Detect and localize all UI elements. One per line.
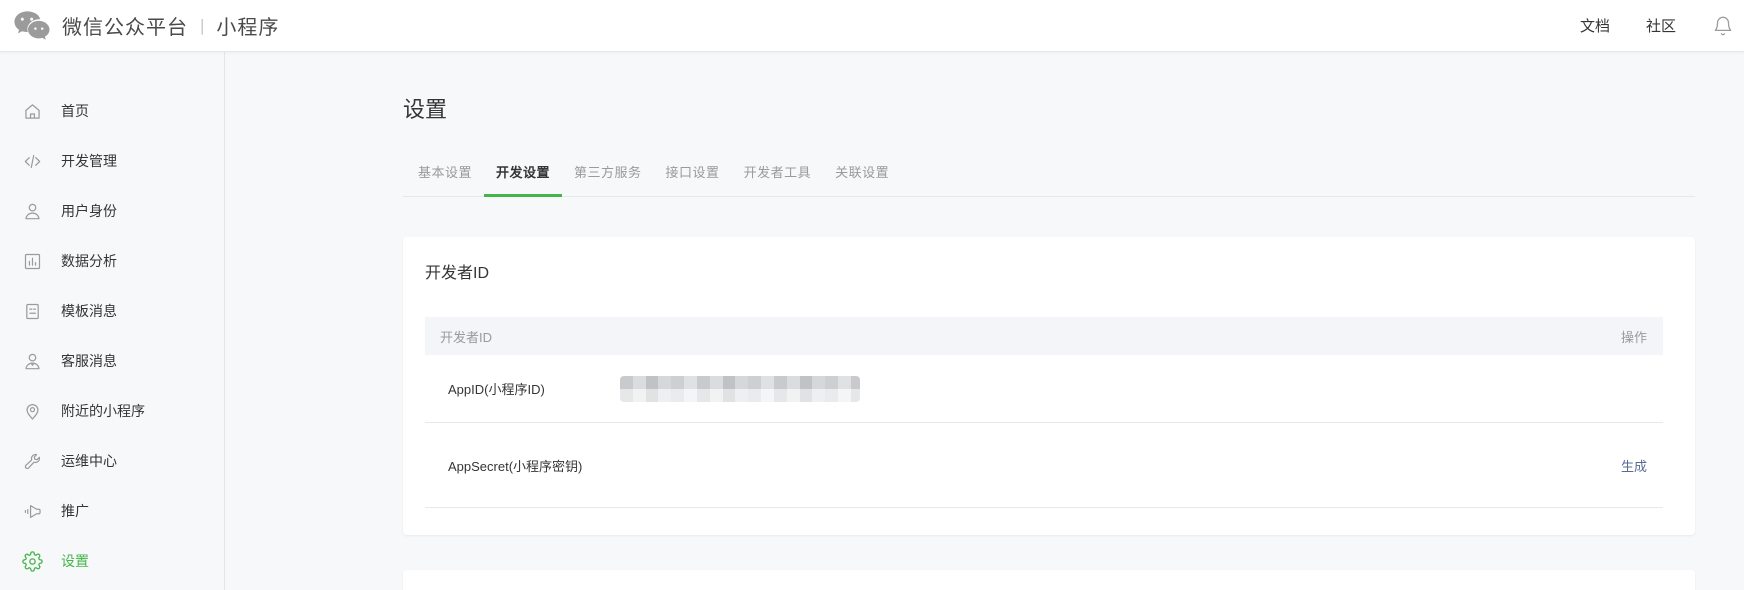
code-icon xyxy=(22,151,43,172)
developer-id-card: 开发者ID 开发者ID 操作 AppID(小程序ID) AppSecret(小程… xyxy=(403,237,1695,535)
home-icon xyxy=(22,101,43,122)
sidebar-item-label: 运维中心 xyxy=(61,451,117,471)
settings-tab-bar: 基本设置 开发设置 第三方服务 接口设置 开发者工具 关联设置 xyxy=(403,162,1695,197)
sidebar-item-label: 附近的小程序 xyxy=(61,401,145,421)
appsecret-label: AppSecret(小程序密钥) xyxy=(448,456,620,475)
sidebar-item-dev-management[interactable]: 开发管理 xyxy=(0,136,224,186)
generate-appsecret-link[interactable]: 生成 xyxy=(1621,456,1647,475)
wrench-icon xyxy=(22,451,43,472)
sidebar-item-label: 用户身份 xyxy=(61,201,117,221)
sidebar-item-settings[interactable]: 设置 xyxy=(0,536,224,586)
appsecret-table-row: AppSecret(小程序密钥) 生成 xyxy=(425,423,1663,508)
tab-basic-settings[interactable]: 基本设置 xyxy=(406,162,484,196)
brand-separator: | xyxy=(200,16,204,36)
header-bar: 微信公众平台 | 小程序 文档 社区 xyxy=(0,0,1744,52)
appid-value-masked xyxy=(620,376,860,402)
tab-third-party-services[interactable]: 第三方服务 xyxy=(562,162,654,196)
user-icon xyxy=(22,201,43,222)
sidebar-item-customer-service[interactable]: 客服消息 xyxy=(0,336,224,386)
sidebar-item-label: 推广 xyxy=(61,501,89,521)
sidebar-item-ops-center[interactable]: 运维中心 xyxy=(0,436,224,486)
tab-developer-tools[interactable]: 开发者工具 xyxy=(732,162,824,196)
location-icon xyxy=(22,401,43,422)
page-title: 设置 xyxy=(403,92,1744,124)
brand-title: 微信公众平台 xyxy=(62,11,188,40)
header-link-community[interactable]: 社区 xyxy=(1646,15,1676,36)
customer-service-icon xyxy=(22,351,43,372)
sidebar-item-label: 客服消息 xyxy=(61,351,117,371)
wechat-mp-settings-page: 微信公众平台 | 小程序 文档 社区 首页 xyxy=(0,0,1744,590)
tab-api-settings[interactable]: 接口设置 xyxy=(654,162,732,196)
main-content: 设置 基本设置 开发设置 第三方服务 接口设置 开发者工具 关联设置 开发者ID… xyxy=(226,52,1744,590)
tab-linked-settings[interactable]: 关联设置 xyxy=(823,162,901,196)
sidebar-item-template-message[interactable]: 模板消息 xyxy=(0,286,224,336)
appid-label: AppID(小程序ID) xyxy=(448,379,620,398)
sidebar-item-home[interactable]: 首页 xyxy=(0,86,224,136)
sidebar-item-promotion[interactable]: 推广 xyxy=(0,486,224,536)
sidebar-item-label: 设置 xyxy=(61,551,89,571)
table-header-name: 开发者ID xyxy=(440,327,492,346)
header-link-docs[interactable]: 文档 xyxy=(1580,15,1610,36)
wechat-logo[interactable] xyxy=(12,9,52,43)
template-message-icon xyxy=(22,301,43,322)
sidebar-item-user-identity[interactable]: 用户身份 xyxy=(0,186,224,236)
sidebar-item-label: 首页 xyxy=(61,101,89,121)
sidebar-item-label: 模板消息 xyxy=(61,301,117,321)
sidebar-item-analytics[interactable]: 数据分析 xyxy=(0,236,224,286)
appid-table-row: AppID(小程序ID) xyxy=(425,355,1663,423)
sidebar-item-label: 数据分析 xyxy=(61,251,117,271)
chart-icon xyxy=(22,251,43,272)
sidebar: 首页 开发管理 用户身份 xyxy=(0,52,225,590)
developer-id-table: 开发者ID 操作 AppID(小程序ID) AppSecret(小程序密钥) 生… xyxy=(425,317,1663,508)
bell-icon[interactable] xyxy=(1712,15,1734,37)
card-title: 开发者ID xyxy=(425,264,1663,283)
next-section-card xyxy=(403,570,1695,590)
table-header-row: 开发者ID 操作 xyxy=(425,317,1663,355)
sidebar-item-label: 开发管理 xyxy=(61,151,117,171)
product-name: 小程序 xyxy=(216,11,279,40)
gear-icon xyxy=(22,551,43,572)
table-header-action: 操作 xyxy=(1621,327,1647,346)
sidebar-item-nearby-miniprograms[interactable]: 附近的小程序 xyxy=(0,386,224,436)
tab-development-settings[interactable]: 开发设置 xyxy=(484,162,562,196)
megaphone-icon xyxy=(22,501,43,522)
